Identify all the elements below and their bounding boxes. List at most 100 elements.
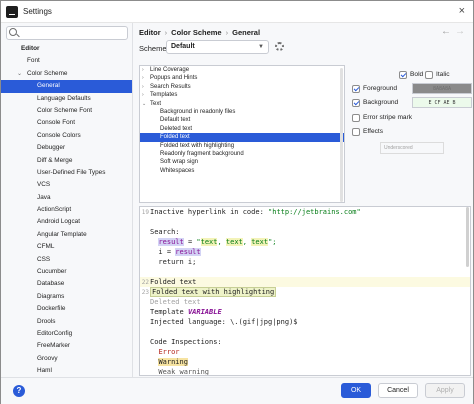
sidebar-item[interactable]: VCS: [1, 179, 132, 191]
attribute-item[interactable]: › Templates: [140, 91, 344, 99]
apply-button[interactable]: Apply: [425, 383, 465, 398]
sidebar-item[interactable]: ⌄ Color Scheme: [1, 68, 132, 80]
attribute-label: Templates: [150, 92, 178, 99]
sidebar-item[interactable]: Diagrams: [1, 291, 132, 303]
breadcrumb-item[interactable]: General: [232, 28, 260, 37]
sidebar-item[interactable]: Haml: [1, 365, 132, 377]
sidebar-item[interactable]: Drools: [1, 316, 132, 328]
sidebar-item[interactable]: Angular Template: [1, 229, 132, 241]
sidebar-item[interactable]: Dockerfile: [1, 303, 132, 315]
sidebar-item[interactable]: Diff & Merge: [1, 155, 132, 167]
code-line: Deleted text: [140, 297, 470, 307]
back-arrow-icon[interactable]: ←: [441, 26, 451, 37]
attribute-item[interactable]: Default text: [140, 116, 344, 124]
preview-scrollbar[interactable]: [466, 207, 469, 267]
foreground-color-swatch[interactable]: 8A8A8A: [412, 83, 472, 94]
sidebar-item[interactable]: Console Colors: [1, 130, 132, 142]
window-title: Settings: [23, 7, 52, 16]
attributes-tree: › Line Coverage › Popups and Hints › Search R…: [139, 65, 345, 203]
sidebar-item[interactable]: FreeMarker: [1, 340, 132, 352]
gear-icon[interactable]: [275, 42, 284, 51]
forward-arrow-icon[interactable]: →: [455, 26, 465, 37]
attribute-item[interactable]: Deleted text: [140, 125, 344, 133]
sidebar-item[interactable]: User-Defined File Types: [1, 167, 132, 179]
chevron-right-icon[interactable]: ›: [142, 74, 144, 82]
sidebar-item[interactable]: Console Font: [1, 117, 132, 129]
sidebar-item[interactable]: Java: [1, 192, 132, 204]
attribute-item[interactable]: › Search Results: [140, 83, 344, 91]
attribute-item[interactable]: › Line Coverage: [140, 66, 344, 74]
breadcrumb-item[interactable]: Editor: [139, 28, 161, 37]
sidebar-item-label: Diff & Merge: [37, 156, 73, 164]
help-icon[interactable]: ?: [13, 385, 25, 397]
background-color-swatch[interactable]: E CF AE B: [412, 97, 472, 108]
attribute-item[interactable]: ⌄ Text: [140, 100, 344, 108]
sidebar-item-label: Database: [37, 280, 65, 288]
cancel-button[interactable]: Cancel: [378, 383, 418, 398]
sidebar-item[interactable]: Cucumber: [1, 266, 132, 278]
code-token: Warning: [158, 358, 188, 366]
sidebar-item-label: Haml: [37, 367, 52, 375]
code-line: Error: [140, 347, 470, 357]
attribute-label: Folded text with highlighting: [160, 142, 235, 149]
foreground-label: Foreground: [363, 85, 398, 92]
sidebar-item[interactable]: Android Logcat: [1, 216, 132, 228]
chevron-right-icon[interactable]: ›: [142, 83, 144, 91]
sidebar-item[interactable]: Font: [1, 55, 132, 67]
error-stripe-checkbox[interactable]: [352, 114, 360, 122]
sidebar-item[interactable]: Editor: [1, 43, 132, 55]
attribute-label: Soft wrap sign: [160, 159, 199, 166]
sidebar-item[interactable]: CFML: [1, 241, 132, 253]
code-token: Template: [150, 308, 188, 316]
attribute-item[interactable]: › Popups and Hints: [140, 74, 344, 82]
settings-sidebar: Editor Font ⌄ Color Scheme General Language D…: [1, 23, 133, 377]
attribute-item[interactable]: Soft wrap sign: [140, 158, 344, 166]
close-icon[interactable]: ×: [459, 5, 465, 17]
attribute-item[interactable]: Folded text: [140, 133, 344, 142]
code-line: 19Inactive hyperlink in code: "http://je…: [140, 207, 470, 217]
ok-button[interactable]: OK: [341, 383, 371, 398]
effects-checkbox[interactable]: [352, 128, 360, 136]
sidebar-item[interactable]: EditorConfig: [1, 328, 132, 340]
chevron-right-icon[interactable]: ›: [142, 66, 144, 74]
attribute-label: Line Coverage: [150, 67, 190, 73]
sidebar-item[interactable]: Color Scheme Font: [1, 105, 132, 117]
attribute-label: Readonly fragment background: [160, 150, 244, 157]
sidebar-item[interactable]: Database: [1, 278, 132, 290]
attribute-label: Whitespaces: [160, 167, 195, 174]
code-token: result: [158, 238, 184, 246]
search-input[interactable]: [6, 26, 128, 40]
chevron-down-icon[interactable]: ⌄: [17, 68, 22, 80]
code-line: Template VARIABLE: [140, 307, 470, 317]
attribute-item[interactable]: Background in readonly files: [140, 108, 344, 116]
sidebar-item-label: Console Font: [37, 119, 76, 127]
attribute-item[interactable]: Folded text with highlighting: [140, 142, 344, 150]
sidebar-item[interactable]: Language Defaults: [1, 93, 132, 105]
sidebar-item[interactable]: Groovy: [1, 353, 132, 365]
attribute-label: Folded text: [160, 134, 190, 141]
scheme-dropdown[interactable]: Default ▼: [166, 40, 269, 54]
attributes-scrollbar[interactable]: [340, 68, 343, 202]
sidebar-item[interactable]: CSS: [1, 254, 132, 266]
attribute-item[interactable]: Readonly fragment background: [140, 150, 344, 158]
chevron-right-icon[interactable]: ›: [142, 91, 144, 99]
bold-checkbox[interactable]: [399, 71, 407, 79]
sidebar-item[interactable]: Debugger: [1, 142, 132, 154]
code-preview[interactable]: 19Inactive hyperlink in code: "http://je…: [139, 206, 471, 376]
chevron-down-icon[interactable]: ⌄: [142, 100, 146, 108]
italic-checkbox[interactable]: [425, 71, 433, 79]
effect-type-dropdown[interactable]: Underscored: [380, 142, 444, 154]
sidebar-item-label: Groovy: [37, 354, 58, 362]
background-checkbox[interactable]: [352, 99, 360, 107]
attribute-item[interactable]: Whitespaces: [140, 167, 344, 175]
sidebar-item[interactable]: ActionScript: [1, 204, 132, 216]
breadcrumb-item[interactable]: Color Scheme: [171, 28, 221, 37]
code-line: result = "text, text, text";: [140, 237, 470, 247]
code-token: return i;: [150, 258, 197, 266]
sidebar-item[interactable]: General: [1, 80, 132, 93]
code-token: Search:: [150, 228, 180, 236]
sidebar-item-label: General: [37, 82, 60, 90]
app-icon: [6, 6, 18, 18]
foreground-checkbox[interactable]: [352, 85, 360, 93]
